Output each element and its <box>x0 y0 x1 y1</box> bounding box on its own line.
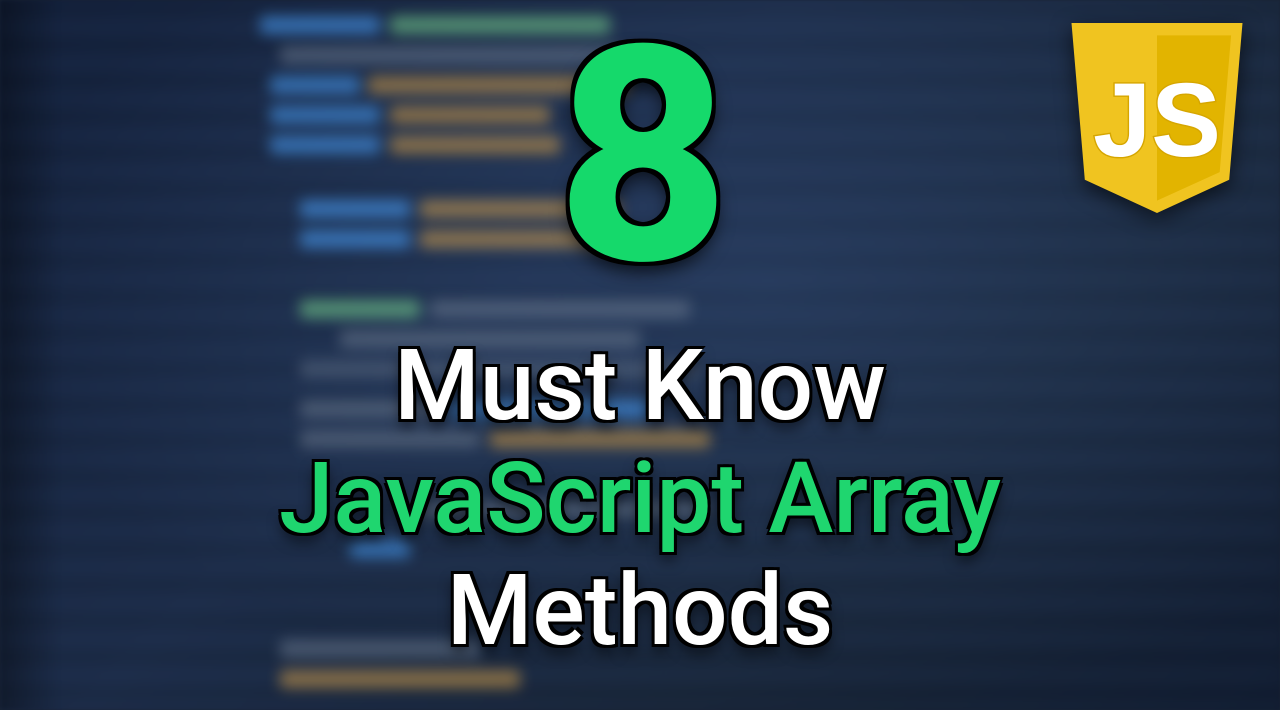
headline-line-2: JavaScript Array <box>0 443 1280 556</box>
headline-line-3: Methods <box>0 555 1280 668</box>
javascript-shield-icon: JS <box>1062 18 1252 218</box>
headline-number: 8 <box>557 8 724 308</box>
headline-line-1: Must Know <box>0 330 1280 443</box>
javascript-logo-text: JS <box>1093 62 1221 179</box>
headline-text: Must Know JavaScript Array Methods <box>0 330 1280 668</box>
